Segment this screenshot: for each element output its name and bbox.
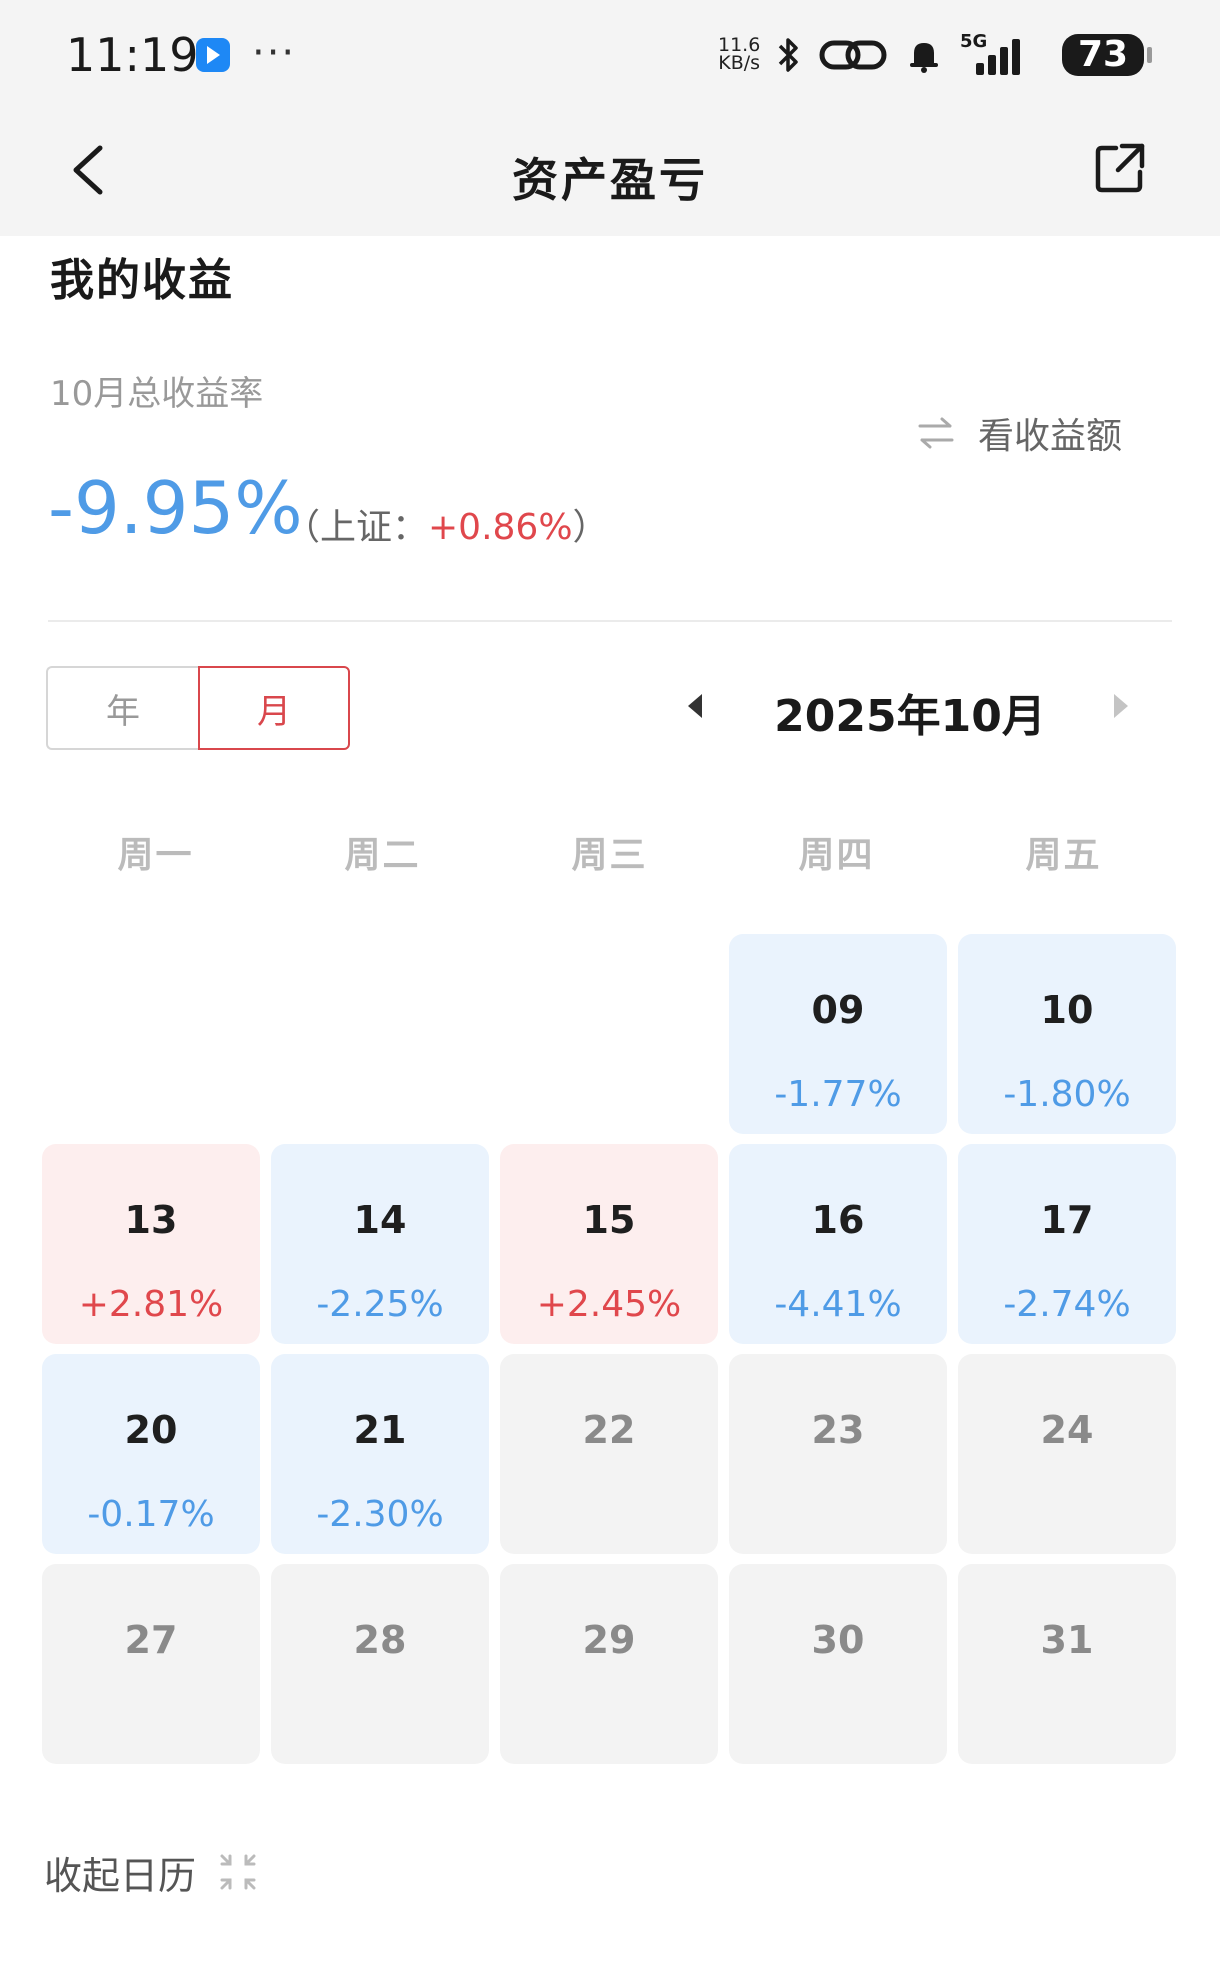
calendar-return: -1.80% [1003, 1074, 1131, 1115]
weekday-label: 周五 [1025, 835, 1102, 876]
network-speed: 11.6 KB/s [718, 36, 761, 74]
total-return-rate-label: 10月总收益率 [50, 374, 264, 414]
calendar-day: 30 [811, 1618, 865, 1662]
section-title: 我的收益 [50, 255, 234, 306]
calendar-cell[interactable]: 27 [42, 1564, 260, 1764]
calendar-return: -2.30% [316, 1494, 444, 1535]
calendar-cell[interactable]: 29 [500, 1564, 718, 1764]
total-return-rate-value: -9.95% [48, 466, 303, 550]
calendar-day: 17 [1040, 1198, 1094, 1242]
calendar-return: +2.45% [536, 1284, 682, 1325]
app-notification-icon [196, 38, 230, 72]
calendar-day: 15 [582, 1198, 636, 1242]
benchmark-close: ） [572, 507, 609, 548]
signal-icon [976, 39, 1020, 75]
benchmark-comparison: （上证：+0.86%） [284, 498, 609, 550]
calendar-cell[interactable]: 09 -1.77% [729, 934, 947, 1134]
weekday-label: 周一 [117, 835, 194, 876]
calendar-grid: 09 -1.77% 10 -1.80% 13 +2.81% 14 -2.25% 15 +2… [42, 934, 1180, 1764]
calendar-day: 23 [811, 1408, 865, 1452]
calendar-day: 10 [1040, 988, 1094, 1032]
calendar-return: -2.25% [316, 1284, 444, 1325]
divider [48, 620, 1172, 622]
battery-indicator: 73 [1062, 34, 1152, 76]
calendar-cell [271, 934, 489, 1134]
share-icon[interactable] [1092, 140, 1148, 196]
calendar-cell[interactable]: 24 [958, 1354, 1176, 1554]
calendar-cell[interactable]: 16 -4.41% [729, 1144, 947, 1344]
calendar-cell[interactable]: 20 -0.17% [42, 1354, 260, 1554]
weekday-header: 周一 周二 周三 周四 周五 [42, 826, 1178, 878]
benchmark-open: （上证： [284, 507, 429, 548]
network-speed-unit: KB/s [718, 52, 761, 74]
toggle-return-amount[interactable]: 看收益额 [916, 408, 1122, 458]
calendar-cell[interactable]: 30 [729, 1564, 947, 1764]
calendar-day: 13 [124, 1198, 178, 1242]
weekday-label: 周三 [571, 835, 648, 876]
calendar-cell[interactable]: 14 -2.25% [271, 1144, 489, 1344]
weekday-label: 周二 [344, 835, 421, 876]
calendar-return: +2.81% [78, 1284, 224, 1325]
calendar-return: -4.41% [774, 1284, 902, 1325]
collapse-calendar-label: 收起日历 [44, 1853, 197, 1898]
period-segmented-control: 年 月 [46, 666, 350, 750]
next-month-icon[interactable] [1114, 694, 1128, 718]
weekday-label: 周四 [798, 835, 875, 876]
calendar-cell[interactable]: 23 [729, 1354, 947, 1554]
calendar-cell[interactable]: 28 [271, 1564, 489, 1764]
page-title: 资产盈亏 [512, 153, 708, 207]
calendar-day: 24 [1040, 1408, 1094, 1452]
calendar-cell[interactable]: 10 -1.80% [958, 934, 1176, 1134]
calendar-cell [500, 934, 718, 1134]
calendar-day: 27 [124, 1618, 178, 1662]
calendar-cell[interactable]: 17 -2.74% [958, 1144, 1176, 1344]
calendar-day: 28 [353, 1618, 407, 1662]
segment-year[interactable]: 年 [46, 666, 198, 750]
status-time: 11:19 [66, 28, 199, 82]
more-notifications-icon: ··· [252, 30, 297, 76]
calendar-cell[interactable]: 13 +2.81% [42, 1144, 260, 1344]
calendar-cell[interactable]: 31 [958, 1564, 1176, 1764]
calendar-day: 29 [582, 1618, 636, 1662]
bell-icon [910, 43, 938, 73]
calendar-day: 22 [582, 1408, 636, 1452]
current-month-label: 2025年10月 [774, 691, 1046, 742]
link-icon [819, 40, 887, 70]
benchmark-value: +0.86% [428, 507, 573, 548]
calendar-cell [42, 934, 260, 1134]
top-nav-bar: 资产盈亏 [0, 110, 1220, 236]
swap-arrows-icon [918, 417, 954, 449]
calendar-day: 31 [1040, 1618, 1094, 1662]
collapse-calendar-button[interactable]: 收起日历 [44, 1846, 258, 1898]
calendar-day: 21 [353, 1408, 407, 1452]
bluetooth-icon [778, 38, 798, 72]
calendar-return: -2.74% [1003, 1284, 1131, 1325]
prev-month-icon[interactable] [688, 694, 702, 718]
calendar-cell[interactable]: 15 +2.45% [500, 1144, 718, 1344]
calendar-cell[interactable]: 21 -2.30% [271, 1354, 489, 1554]
collapse-icon [220, 1854, 256, 1890]
toggle-return-amount-label: 看收益额 [978, 416, 1123, 457]
signal-5g: 5G [960, 31, 1024, 75]
calendar-cell[interactable]: 22 [500, 1354, 718, 1554]
segment-month[interactable]: 月 [198, 666, 350, 750]
status-bar: 11:19 ··· 11.6 KB/s 5G 73 [0, 0, 1220, 110]
calendar-return: -1.77% [774, 1074, 902, 1115]
calendar-day: 09 [811, 988, 865, 1032]
calendar-return: -0.17% [87, 1494, 215, 1535]
calendar-day: 14 [353, 1198, 407, 1242]
calendar-day: 20 [124, 1408, 178, 1452]
calendar-day: 16 [811, 1198, 865, 1242]
status-icons: 5G [776, 30, 1024, 80]
